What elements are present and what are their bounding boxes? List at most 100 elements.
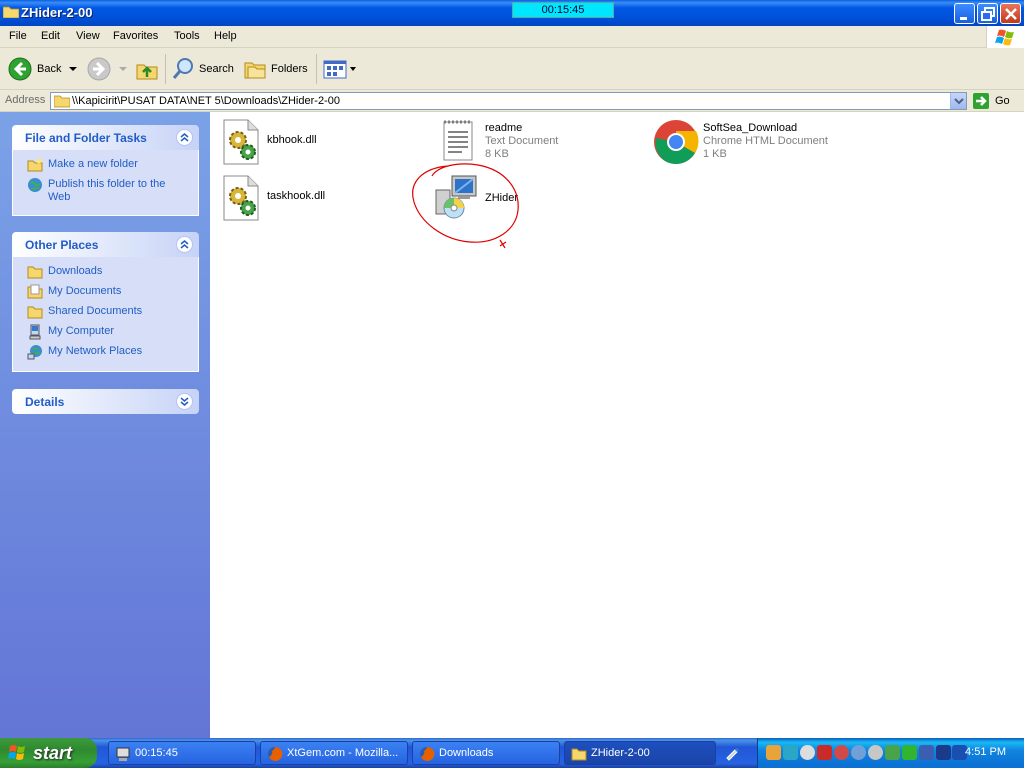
menu-file[interactable]: File [9, 30, 27, 42]
menu-view[interactable]: View [76, 30, 100, 42]
clock[interactable]: 4:51 PM [965, 746, 1006, 758]
views-button[interactable] [323, 54, 357, 84]
search-button[interactable]: Search [171, 54, 234, 84]
tray-notes-icon[interactable] [766, 745, 781, 760]
other-place-downloads[interactable]: Downloads [48, 265, 102, 278]
panel-header[interactable]: Other Places [12, 232, 199, 257]
close-button[interactable] [1000, 3, 1021, 24]
tray-triangle-icon[interactable] [902, 745, 917, 760]
windows-logo-icon [8, 745, 25, 760]
my-computer-icon [29, 324, 41, 340]
folders-button[interactable]: Folders [243, 54, 308, 84]
file-name: readme [485, 122, 523, 134]
folder-icon [54, 95, 70, 108]
taskbar: start 00:15:45 XtGem.com - Mozilla... Do… [0, 738, 1024, 768]
file-item[interactable]: taskhook.dll [220, 174, 380, 224]
restore-button[interactable] [977, 3, 998, 24]
file-type: Text Document [485, 135, 559, 147]
address-dropdown[interactable] [950, 93, 966, 109]
back-button[interactable]: Back [8, 54, 79, 84]
file-type: Chrome HTML Document [703, 135, 828, 147]
start-button[interactable]: start [0, 738, 97, 768]
forward-button[interactable] [87, 54, 129, 84]
task-pane: File and Folder Tasks Make a new folder … [0, 112, 210, 738]
text-document-icon [443, 120, 473, 161]
panel-header[interactable]: Details [12, 389, 199, 414]
taskbar-button-label: Downloads [439, 747, 494, 759]
taskbar-button-label: XtGem.com - Mozilla... [287, 747, 399, 759]
address-input[interactable]: \\Kapicirit\PUSAT DATA\NET 5\Downloads\Z… [50, 92, 967, 110]
make-new-folder-link[interactable]: Make a new folder [48, 158, 138, 171]
taskbar-button-label: 00:15:45 [135, 747, 178, 759]
pen-tool-icon[interactable] [724, 745, 740, 761]
minimize-button[interactable] [954, 3, 975, 24]
menu-edit[interactable]: Edit [41, 30, 60, 42]
chevron-down-icon[interactable] [67, 64, 79, 74]
file-item[interactable]: kbhook.dll [220, 118, 380, 168]
search-icon [172, 58, 193, 79]
address-label: Address [5, 94, 46, 106]
chevron-down-icon[interactable] [349, 64, 357, 74]
up-folder-icon [136, 64, 158, 80]
tray-security-icon[interactable] [817, 745, 832, 760]
tray-network-icon[interactable] [851, 745, 866, 760]
panel-title: Details [25, 395, 65, 409]
tray-record-icon[interactable] [834, 745, 849, 760]
go-button[interactable]: Go [972, 92, 1010, 110]
file-list: kbhook.dll readme Text Document 8 KB Sof… [210, 112, 1024, 738]
tray-update-icon[interactable] [885, 745, 900, 760]
volume-icon[interactable] [936, 745, 951, 760]
file-folder-tasks-panel: File and Folder Tasks Make a new folder … [12, 125, 199, 216]
dll-icon [223, 119, 259, 165]
publish-folder-link[interactable]: Publish this folder to the Web [48, 178, 188, 204]
address-bar: Address \\Kapicirit\PUSAT DATA\NET 5\Dow… [0, 90, 1024, 112]
title-bar[interactable]: ZHider-2-00 00:15:45 [0, 0, 1024, 26]
details-panel: Details [12, 389, 199, 414]
chevron-down-icon [180, 397, 189, 406]
taskbar-button-firefox[interactable]: XtGem.com - Mozilla... [260, 741, 408, 765]
other-place-my-documents[interactable]: My Documents [48, 285, 121, 298]
firefox-icon [420, 746, 435, 761]
tray-sync-icon[interactable] [783, 745, 798, 760]
publish-web-icon [28, 178, 42, 192]
back-label: Back [37, 63, 62, 75]
close-icon [1005, 8, 1017, 20]
taskbar-button-timer[interactable]: 00:15:45 [108, 741, 256, 765]
firefox-icon [268, 746, 283, 761]
expand-button[interactable] [176, 393, 193, 410]
file-name: SoftSea_Download [703, 122, 798, 134]
menu-help[interactable]: Help [214, 30, 237, 42]
system-tray: 4:51 PM [757, 738, 1024, 768]
taskbar-button-zhider-folder[interactable]: ZHider-2-00 [564, 741, 716, 765]
start-label: start [33, 743, 73, 763]
other-place-my-network-places[interactable]: My Network Places [48, 345, 142, 358]
other-place-shared-documents[interactable]: Shared Documents [48, 305, 142, 318]
other-place-my-computer[interactable]: My Computer [48, 325, 114, 338]
go-arrow-icon [973, 93, 989, 109]
up-folder-button[interactable] [135, 54, 159, 84]
folders-label: Folders [271, 63, 308, 75]
collapse-button[interactable] [176, 129, 193, 146]
new-folder-icon [27, 158, 43, 172]
search-label: Search [199, 63, 234, 75]
toolbar-separator [316, 54, 317, 84]
tray-connection-icon[interactable] [919, 745, 934, 760]
panel-header[interactable]: File and Folder Tasks [12, 125, 199, 150]
file-size: 1 KB [703, 148, 727, 160]
taskbar-button-downloads[interactable]: Downloads [412, 741, 560, 765]
taskbar-button-label: ZHider-2-00 [591, 747, 650, 759]
menu-tools[interactable]: Tools [174, 30, 200, 42]
file-size: 8 KB [485, 148, 509, 160]
annotation-circle [412, 163, 519, 249]
tray-disconnect-icon[interactable] [800, 745, 815, 760]
file-item[interactable]: SoftSea_Download Chrome HTML Document 1 … [652, 118, 852, 168]
panel-body: Downloads My Documents Shared Documents … [12, 257, 199, 372]
tray-drive-icon[interactable] [868, 745, 883, 760]
views-icon [323, 60, 347, 79]
menu-favorites[interactable]: Favorites [113, 30, 158, 42]
chevron-down-icon[interactable] [117, 64, 129, 74]
collapse-button[interactable] [176, 236, 193, 253]
window-title: ZHider-2-00 [21, 5, 93, 20]
menu-bar: File Edit View Favorites Tools Help [0, 26, 1024, 48]
computer-icon [116, 747, 130, 761]
